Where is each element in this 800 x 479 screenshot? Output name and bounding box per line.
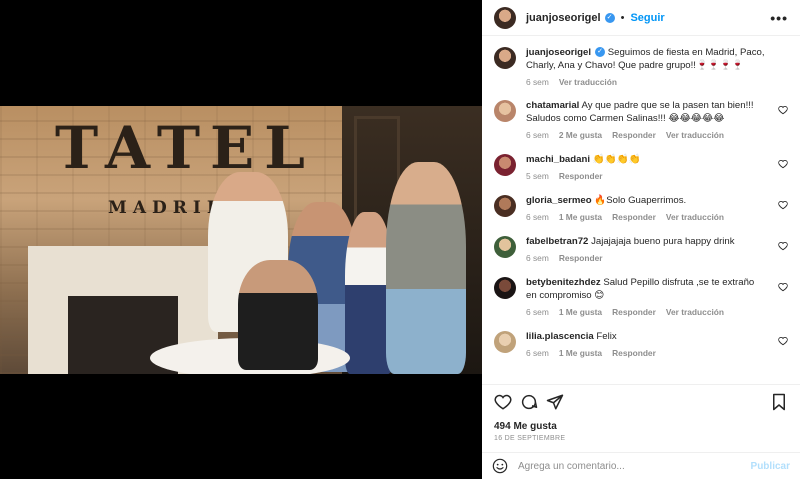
comment-icon[interactable]	[520, 393, 538, 411]
comment-input[interactable]	[518, 460, 751, 472]
comment-likes[interactable]: 1 Me gusta	[559, 307, 602, 317]
avatar[interactable]	[494, 236, 516, 258]
action-icons	[494, 393, 788, 411]
post-media: TATEL MADRID	[0, 0, 482, 479]
caption-time: 6 sem	[526, 77, 549, 87]
post-photo[interactable]: TATEL MADRID	[0, 106, 482, 374]
comment-item: chatamarial Ay que padre que se la pasen…	[494, 99, 788, 140]
comment-username[interactable]: betybenitezhdez	[526, 277, 601, 288]
comment-text: 👏👏👏👏	[592, 154, 641, 165]
reply-button[interactable]: Responder	[559, 171, 603, 181]
caption-username[interactable]: juanjoseorigel	[526, 47, 591, 58]
share-icon[interactable]	[546, 393, 564, 411]
post-header: juanjoseorigel ✓ • Seguir •••	[482, 0, 800, 36]
heart-icon[interactable]	[778, 105, 788, 115]
like-heart-icon[interactable]	[494, 393, 512, 411]
person	[238, 260, 318, 370]
comment-username[interactable]: chatamarial	[526, 100, 579, 111]
comments-list[interactable]: juanjoseorigel ✓ Seguimos de fiesta en Ma…	[482, 37, 800, 384]
reply-button[interactable]: Responder	[612, 212, 656, 222]
instagram-post: TATEL MADRID juanjoseorigel ✓ • Seguir •…	[0, 0, 800, 479]
separator-dot: •	[620, 11, 625, 24]
avatar[interactable]	[494, 47, 516, 69]
translate-link[interactable]: Ver traducción	[666, 212, 724, 222]
emoji-icon[interactable]	[492, 458, 508, 474]
more-options-icon[interactable]: •••	[770, 10, 788, 26]
comment-username[interactable]: lilia.plascencia	[526, 331, 594, 342]
post-sidebar: juanjoseorigel ✓ • Seguir ••• juanjoseor…	[482, 0, 800, 479]
comment-username[interactable]: gloria_sermeo	[526, 195, 592, 206]
comment-likes[interactable]: 1 Me gusta	[559, 212, 602, 222]
post-actions: 494 Me gusta 16 DE SEPTIEMBRE	[482, 384, 800, 448]
comment-item: betybenitezhdez Salud Pepillo disfruta ,…	[494, 276, 788, 317]
avatar[interactable]	[494, 154, 516, 176]
comment-item: fabelbetran72 Jajajajaja bueno pura happ…	[494, 235, 788, 263]
post-date[interactable]: 16 DE SEPTIEMBRE	[494, 435, 788, 442]
comment-text: Jajajajaja bueno pura happy drink	[591, 236, 735, 247]
reply-button[interactable]: Responder	[559, 253, 603, 263]
reply-button[interactable]: Responder	[612, 307, 656, 317]
comment-username[interactable]: machi_badani	[526, 154, 590, 165]
comment-likes[interactable]: 1 Me gusta	[559, 348, 602, 358]
avatar[interactable]	[494, 6, 516, 29]
photo-sign: TATEL	[55, 114, 315, 182]
comment-likes[interactable]: 2 Me gusta	[559, 130, 602, 140]
avatar[interactable]	[494, 331, 516, 353]
reply-button[interactable]: Responder	[612, 130, 656, 140]
heart-icon[interactable]	[778, 336, 788, 346]
avatar[interactable]	[494, 100, 516, 122]
follow-button[interactable]: Seguir	[630, 12, 664, 24]
comment-text: 🔥Solo Guaperrimos.	[594, 195, 687, 206]
comment-item: gloria_sermeo 🔥Solo Guaperrimos. 6 sem 1…	[494, 194, 788, 222]
verified-badge-icon: ✓	[595, 47, 606, 58]
comment-time: 6 sem	[526, 307, 549, 317]
comment-text: Felix	[596, 331, 617, 342]
comment-time: 6 sem	[526, 130, 549, 140]
bookmark-icon[interactable]	[770, 393, 788, 411]
add-comment-bar: Publicar	[482, 452, 800, 479]
reply-button[interactable]: Responder	[612, 348, 656, 358]
translate-link[interactable]: Ver traducción	[666, 130, 724, 140]
avatar[interactable]	[494, 277, 516, 299]
comment-item: lilia.plascencia Felix 6 sem 1 Me gusta …	[494, 330, 788, 358]
publish-button[interactable]: Publicar	[751, 461, 790, 472]
comment-time: 5 sem	[526, 171, 549, 181]
person	[386, 162, 466, 374]
translate-link[interactable]: Ver traducción	[666, 307, 724, 317]
comment-time: 6 sem	[526, 348, 549, 358]
comment-time: 6 sem	[526, 212, 549, 222]
heart-icon[interactable]	[778, 241, 788, 251]
verified-badge-icon: ✓	[604, 12, 615, 23]
caption: juanjoseorigel ✓ Seguimos de fiesta en Ma…	[494, 46, 788, 87]
likes-count[interactable]: 494 Me gusta	[494, 421, 788, 432]
header-username[interactable]: juanjoseorigel	[526, 12, 601, 24]
comment-time: 6 sem	[526, 253, 549, 263]
avatar[interactable]	[494, 195, 516, 217]
translate-link[interactable]: Ver traducción	[559, 77, 617, 87]
heart-icon[interactable]	[778, 159, 788, 169]
heart-icon[interactable]	[778, 282, 788, 292]
comment-username[interactable]: fabelbetran72	[526, 236, 588, 247]
heart-icon[interactable]	[778, 200, 788, 210]
comment-item: machi_badani 👏👏👏👏 5 sem Responder	[494, 153, 788, 181]
